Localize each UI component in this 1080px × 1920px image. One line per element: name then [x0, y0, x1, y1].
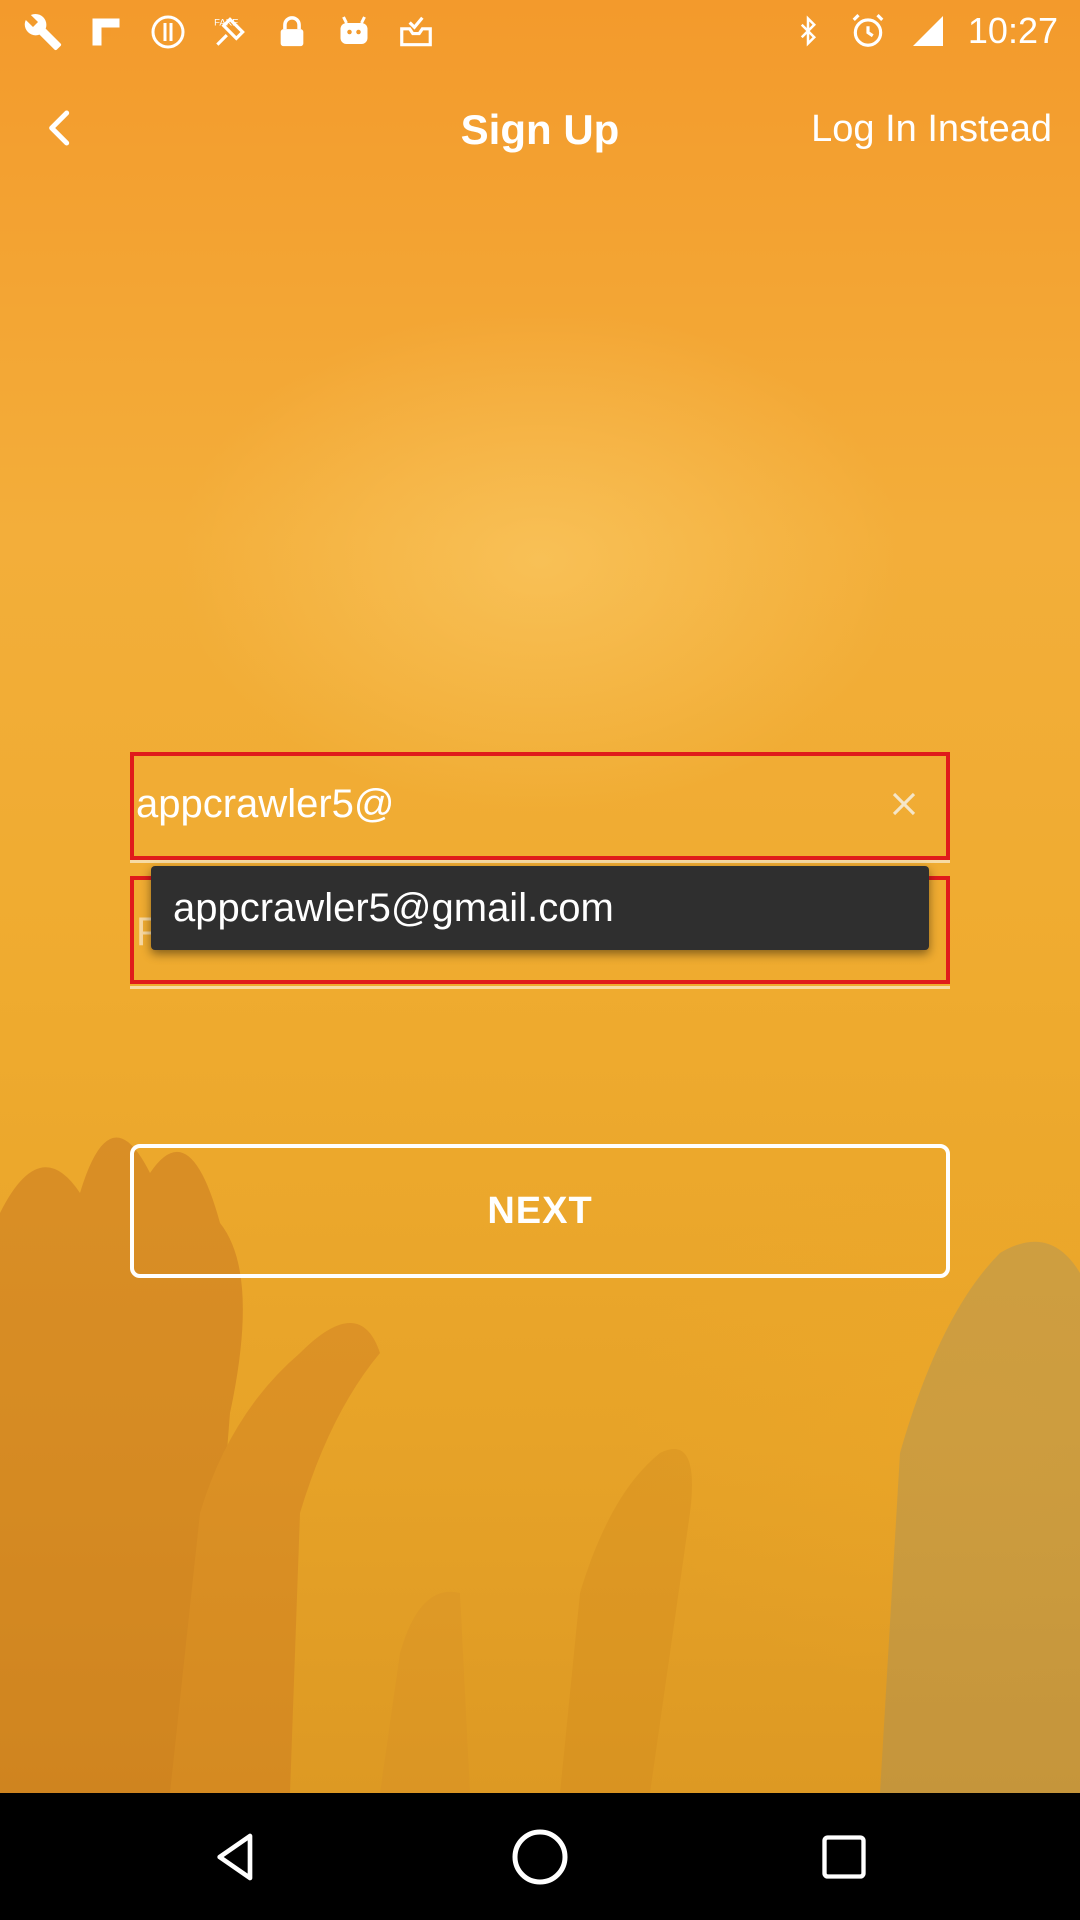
android-icon: [334, 12, 374, 52]
triangle-back-icon: [217, 1833, 253, 1881]
signal-icon: [908, 11, 948, 51]
email-input-value[interactable]: appcrawler5@: [136, 782, 395, 827]
signup-screen: FAKE 10:27 Sign Up Log In Instead appcra…: [0, 0, 1080, 1793]
nav-recents-button[interactable]: [804, 1817, 884, 1897]
next-button[interactable]: NEXT: [130, 1144, 950, 1278]
password-underline: [130, 986, 950, 989]
email-suggestion-item[interactable]: appcrawler5@gmail.com: [173, 886, 614, 931]
clear-email-button[interactable]: [882, 782, 926, 826]
alert-circle-icon: [148, 12, 188, 52]
background-crowd-image: [0, 1137, 1080, 1793]
email-field[interactable]: appcrawler5@: [130, 752, 950, 860]
app-bar: Sign Up Log In Instead: [0, 66, 1080, 196]
nav-back-button[interactable]: [196, 1817, 276, 1897]
square-recents-icon: [822, 1835, 866, 1879]
status-bar: FAKE 10:27: [0, 0, 1080, 66]
email-underline: [130, 860, 950, 863]
circle-home-icon: [512, 1829, 568, 1885]
wrench-icon: [24, 12, 64, 52]
bluetooth-icon: [788, 11, 828, 51]
log-in-instead-link[interactable]: Log In Instead: [811, 108, 1052, 151]
nav-home-button[interactable]: [500, 1817, 580, 1897]
lock-icon: [272, 12, 312, 52]
alarm-icon: [848, 11, 888, 51]
close-icon: [892, 792, 916, 816]
email-suggestion-dropdown[interactable]: appcrawler5@gmail.com: [151, 866, 929, 950]
navigation-bar: [0, 1793, 1080, 1920]
fake-gps-icon: FAKE: [210, 12, 250, 52]
status-time: 10:27: [967, 10, 1058, 51]
inbox-check-icon: [396, 12, 436, 52]
flipboard-icon: [86, 12, 126, 52]
svg-text:FAKE: FAKE: [214, 18, 238, 29]
